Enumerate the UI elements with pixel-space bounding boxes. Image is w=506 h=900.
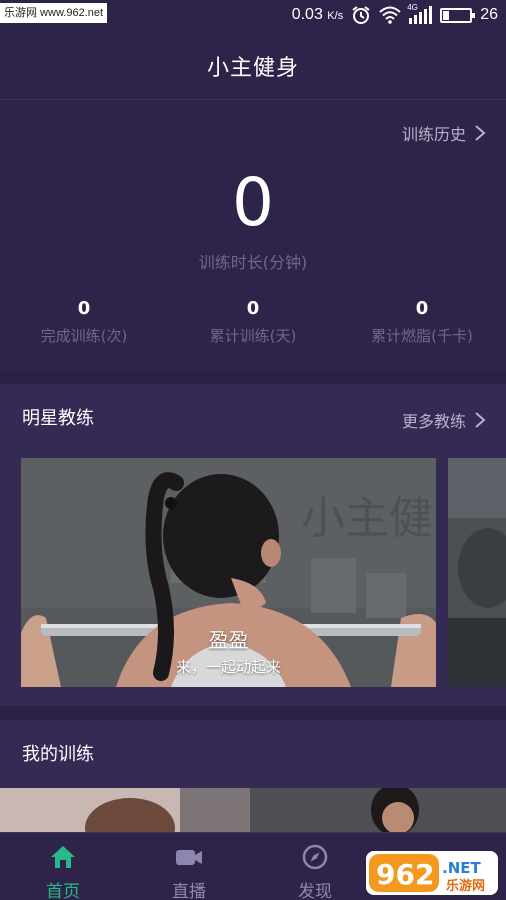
my-training-section: 我的训练 [0, 720, 506, 832]
tab-home[interactable]: 首页 [0, 833, 126, 900]
more-coaches-link[interactable]: 更多教练 [402, 408, 486, 432]
my-training-title: 我的训练 [22, 744, 94, 765]
metric-calories-burned: 0 累计燃脂(千卡) [338, 297, 506, 346]
more-coaches-label: 更多教练 [401, 412, 466, 431]
page-title: 小主健身 [206, 55, 299, 81]
chevron-right-icon [475, 125, 486, 141]
logo-suffix: .NET [442, 859, 481, 877]
metric-value: 0 [77, 298, 91, 319]
tab-label: 直播 [172, 882, 206, 900]
status-bar: 乐游网 www.962.net 0.03 K/s 4G 26 [0, 0, 506, 32]
star-coaches-title: 明星教练 [22, 408, 94, 429]
logo-caption: 乐游网 [446, 878, 485, 894]
tab-live[interactable]: 直播 [126, 833, 252, 900]
signal-icon: 4G [407, 3, 433, 24]
training-history-link[interactable]: 训练历史 [402, 121, 486, 145]
metric-label: 累计燃脂(千卡) [371, 327, 473, 345]
site-watermark: 乐游网 www.962.net [0, 3, 108, 23]
app-header: 小主健身 [0, 32, 506, 100]
coach-name: 盈盈 [208, 628, 249, 652]
logo-number: 962 [376, 858, 434, 891]
wifi-icon [379, 6, 401, 24]
video-camera-icon [176, 850, 202, 865]
metric-label: 累计训练(天) [209, 327, 297, 345]
net-speed: 0.03 K/s [291, 6, 344, 23]
star-coaches-section: 明星教练 更多教练 小主健 盈盈 来，一起动起来 [0, 384, 506, 706]
training-banner[interactable] [0, 788, 506, 832]
training-photo [0, 788, 506, 832]
tab-discover[interactable]: 发现 [252, 833, 378, 900]
coach-photo [448, 458, 506, 687]
alarm-icon [352, 6, 370, 24]
metric-completed-sessions: 0 完成训练(次) [0, 297, 168, 346]
site-logo: 962 .NET 乐游网 [366, 851, 498, 895]
coach-card-partial[interactable] [448, 458, 506, 687]
coach-tagline: 来，一起动起来 [175, 658, 281, 676]
metric-total-days: 0 累计训练(天) [169, 297, 337, 346]
tab-label: 发现 [298, 882, 332, 900]
compass-icon [302, 844, 328, 870]
training-stats-panel: 训练历史 0 训练时长(分钟) 0 完成训练(次) 0 累计训练(天) 0 累计… [0, 101, 506, 371]
metric-value: 0 [246, 298, 260, 319]
status-icons: 0.03 K/s 4G 26 [291, 3, 498, 26]
coach-card[interactable]: 小主健 盈盈 来，一起动起来 [21, 458, 436, 687]
gym-wall-lettering: 小主健 [301, 493, 433, 544]
total-minutes-label: 训练时长(分钟) [198, 253, 308, 272]
battery-level: 26 [480, 6, 498, 23]
metric-label: 完成训练(次) [40, 327, 128, 345]
tab-label: 首页 [46, 882, 80, 900]
metric-value: 0 [415, 298, 429, 319]
total-minutes-value: 0 [232, 164, 274, 241]
battery-icon [440, 7, 476, 23]
chevron-right-icon [475, 412, 486, 428]
site-logo-watermark: 962 .NET 乐游网 [366, 851, 498, 895]
training-history-label: 训练历史 [401, 125, 466, 144]
home-icon [51, 846, 75, 868]
